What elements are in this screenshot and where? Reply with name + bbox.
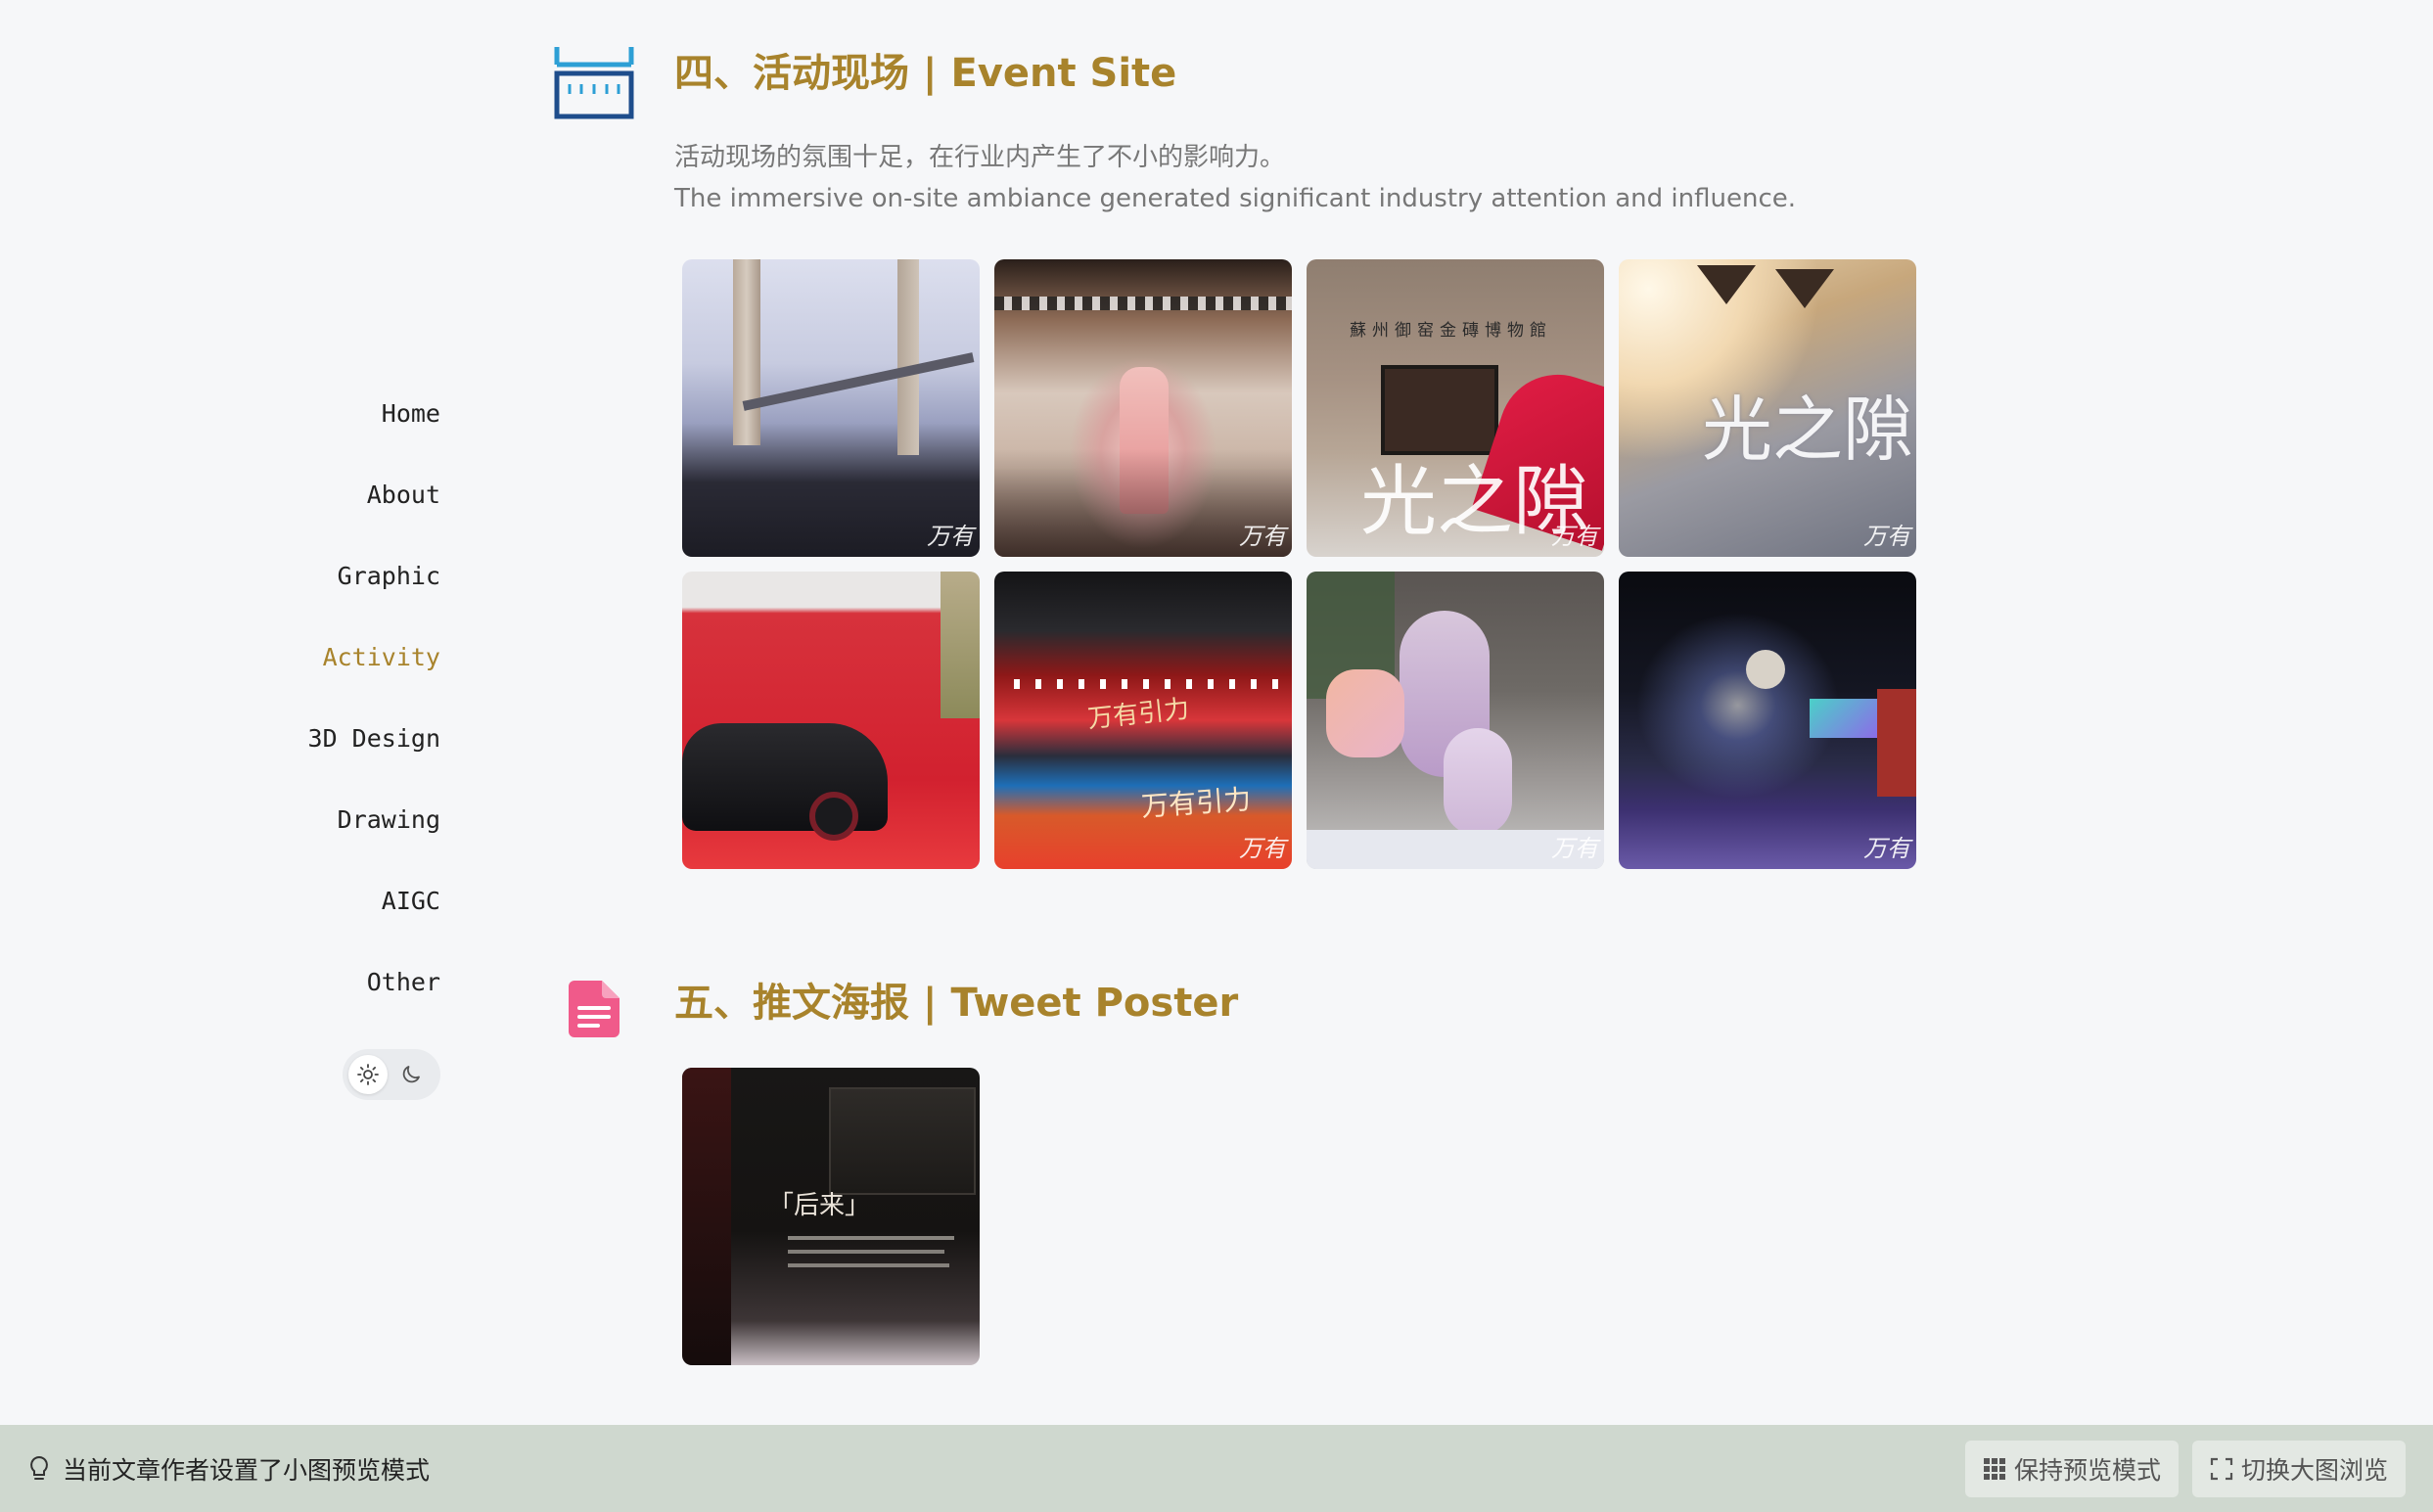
nav-other[interactable]: Other [367, 958, 440, 1039]
watermark-text: 万有 [1551, 523, 1598, 550]
event-photo-stage-screen[interactable]: 万有引力 万有引力 万有 [994, 572, 1292, 869]
brick-hole-shape [1697, 265, 1756, 304]
tweet-poster-thumbnail[interactable]: 「后来」 [682, 1068, 980, 1365]
poster-heading-text: 「后来」 [768, 1191, 871, 1220]
preview-hint-text: 当前文章作者设置了小图预览模式 [63, 1455, 431, 1485]
event-photo-runway-model[interactable]: 万有 [994, 259, 1292, 557]
main-nav: Home About Graphic Activity 3D Design Dr… [308, 389, 440, 1039]
pillar-shape [897, 259, 919, 455]
section-title-event-site: 四、活动现场 | Event Site [674, 51, 1177, 96]
pillar-shape [733, 259, 760, 445]
event-photo-pastel-installation[interactable]: 万有 [1307, 572, 1604, 869]
curtain-shape [682, 1068, 731, 1365]
switch-large-view-button[interactable]: 切换大图浏览 [2191, 1440, 2406, 1497]
truss-shape [742, 352, 975, 411]
grid-icon [1983, 1457, 2005, 1480]
event-photo-hall-audience[interactable]: 万有 [682, 259, 980, 557]
ruler-icon [554, 43, 636, 125]
moon-icon [402, 1066, 420, 1083]
preview-actions: 保持预览模式 切换大图浏览 [1964, 1440, 2406, 1497]
preview-mode-bar: 当前文章作者设置了小图预览模式 保持预览模式 切换大图浏览 [0, 1425, 2433, 1512]
light-sculpture-text: 光之隙 [1702, 389, 1914, 471]
event-photo-museum-entrance[interactable]: 蘇州御窑金磚博物館 光之隙 万有 [1307, 259, 1604, 557]
screen-shape [1810, 699, 1878, 738]
fullscreen-icon [2210, 1457, 2233, 1480]
brick-hole-shape [1775, 269, 1834, 308]
red-panel-shape [1877, 689, 1916, 797]
dark-mode-button[interactable] [391, 1055, 431, 1094]
switch-large-view-label: 切换大图浏览 [2240, 1455, 2388, 1485]
stage-lights [994, 297, 1292, 310]
nav-drawing[interactable]: Drawing [338, 796, 440, 877]
moon-sign-shape [1746, 650, 1785, 689]
pastel-pill-shape [1444, 728, 1512, 836]
section-title-tweet-poster: 五、推文海报 | Tweet Poster [674, 981, 1239, 1026]
tree-shape [941, 572, 980, 718]
poster-text-line [788, 1263, 949, 1267]
theme-toggle [343, 1049, 440, 1100]
lightbulb-icon [30, 1455, 48, 1480]
event-photo-night-event[interactable]: 万有 [1619, 572, 1916, 869]
event-description-cn: 活动现场的氛围十足，在行业内产生了不小的影响力。 [674, 143, 1286, 172]
poster-text-line [788, 1236, 954, 1240]
keep-preview-button[interactable]: 保持预览模式 [1964, 1440, 2179, 1497]
event-description-en: The immersive on-site ambiance generated… [674, 184, 1797, 213]
stage-screen-text: 万有引力 [1140, 783, 1253, 823]
event-photo-light-sculpture[interactable]: 光之隙 万有 [1619, 259, 1916, 557]
nav-graphic[interactable]: Graphic [338, 552, 440, 633]
watermark-text: 万有 [927, 523, 974, 550]
poster-text-line [788, 1250, 944, 1254]
watermark-text: 万有 [1863, 523, 1910, 550]
watermark-text: 万有 [1239, 835, 1286, 862]
pastel-sign-shape [1326, 669, 1404, 757]
nav-home[interactable]: Home [382, 389, 440, 471]
light-mode-button[interactable] [348, 1055, 388, 1094]
watermark-text: 万有 [1551, 835, 1598, 862]
stage-lights [1014, 679, 1292, 689]
stage-screen-text: 万有引力 [1085, 694, 1191, 735]
preview-hint: 当前文章作者设置了小图预览模式 [27, 1451, 430, 1487]
window-shape [829, 1087, 976, 1195]
nav-about[interactable]: About [367, 471, 440, 552]
sidebar: Home About Graphic Activity 3D Design Dr… [0, 0, 440, 1425]
event-gallery: 万有 万有 蘇州御窑金磚博物館 光之隙 万有 光之隙 万有 万有引力 万有引力 … [682, 259, 1916, 869]
watermark-text: 万有 [1863, 835, 1910, 862]
nav-aigc[interactable]: AIGC [382, 877, 440, 958]
museum-sign-text: 蘇州御窑金磚博物館 [1350, 321, 1552, 341]
document-icon [569, 981, 620, 1041]
event-photo-red-carpet-car[interactable] [682, 572, 980, 869]
nav-activity[interactable]: Activity [323, 633, 440, 714]
watermark-text: 万有 [1239, 523, 1286, 550]
keep-preview-label: 保持预览模式 [2013, 1455, 2161, 1485]
car-wheel-shape [809, 792, 858, 841]
nav-3d-design[interactable]: 3D Design [308, 714, 440, 796]
sun-icon [357, 1064, 379, 1085]
